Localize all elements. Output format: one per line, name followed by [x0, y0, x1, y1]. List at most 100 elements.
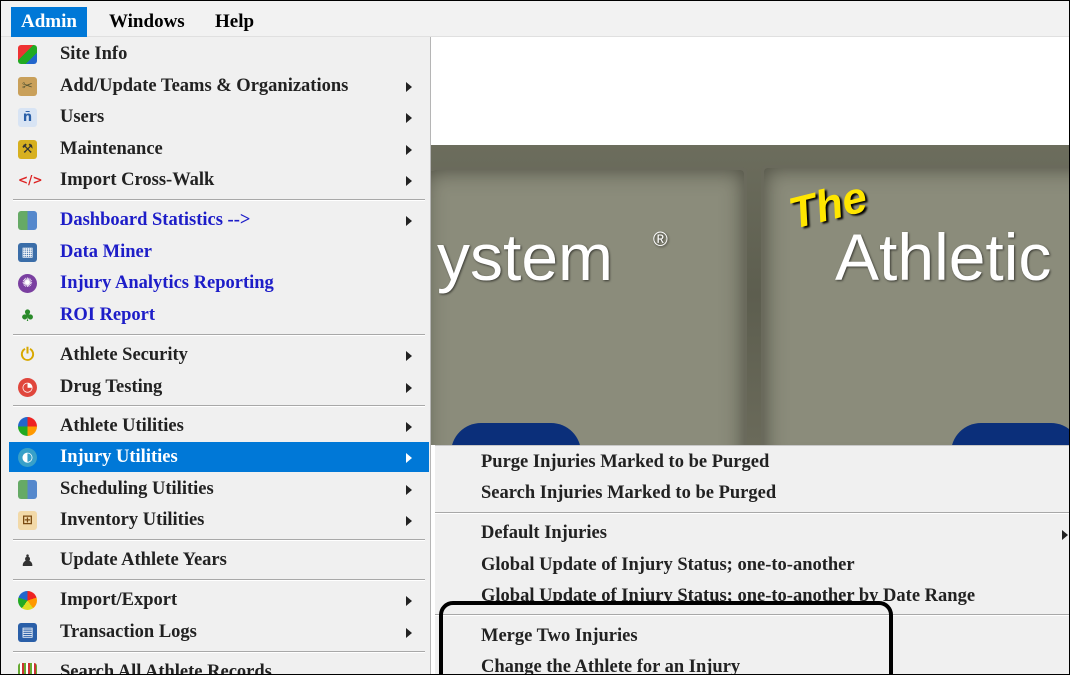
injury-utilities-icon: ◐ — [18, 448, 37, 467]
menu-item-label: Athlete Utilities — [60, 416, 184, 436]
menu-item-label: Import Cross-Walk — [60, 170, 215, 190]
menu-item-teams-organizations[interactable]: ✂ Add/Update Teams & Organizations — [9, 71, 429, 101]
submenu-arrow-icon — [406, 628, 412, 638]
menu-item-label: Injury Utilities — [60, 447, 178, 467]
banner-tile-left — [431, 167, 747, 445]
app-banner: ystem ® The Athletic — [431, 145, 1069, 445]
content-top-area — [431, 37, 1069, 145]
menu-item-label: Import/Export — [60, 590, 178, 610]
menu-item-label: Inventory Utilities — [60, 510, 205, 530]
menu-separator — [13, 539, 425, 541]
banner-blue-shape-right — [951, 423, 1069, 445]
barcode-icon — [18, 663, 37, 674]
menu-item-label: Athlete Security — [60, 345, 188, 365]
analytics-icon: ✺ — [18, 274, 37, 293]
submenu-item-default-injuries[interactable]: Default Injuries — [435, 519, 1069, 549]
roi-icon: ♣ — [20, 306, 35, 325]
menu-item-athlete-security[interactable]: ⏻ Athlete Security — [9, 340, 429, 370]
submenu-arrow-icon — [406, 216, 412, 226]
athlete-utilities-icon — [18, 417, 37, 436]
admin-dropdown-menu: Site Info ✂ Add/Update Teams & Organizat… — [1, 37, 431, 675]
menu-help[interactable]: Help — [205, 7, 264, 37]
code-icon: </> — [18, 173, 43, 187]
menu-item-roi-report[interactable]: ♣ ROI Report — [9, 300, 429, 330]
users-icon: ñ — [18, 108, 37, 127]
submenu-item-label: Default Injuries — [481, 523, 607, 543]
submenu-item-label: Purge Injuries Marked to be Purged — [481, 452, 770, 472]
submenu-separator — [435, 512, 1069, 514]
menu-item-injury-utilities[interactable]: ◐ Injury Utilities — [9, 442, 429, 472]
menu-admin[interactable]: Admin — [11, 7, 87, 37]
scheduling-icon — [18, 480, 37, 499]
drug-testing-icon: ◔ — [18, 378, 37, 397]
menu-separator — [13, 405, 425, 407]
menu-separator — [13, 334, 425, 336]
banner-registered-mark: ® — [653, 229, 668, 251]
menu-item-label: Scheduling Utilities — [60, 479, 214, 499]
menu-item-search-athlete-records[interactable]: Search All Athlete Records — [9, 657, 429, 675]
dashboard-icon — [18, 211, 37, 230]
menu-item-site-info[interactable]: Site Info — [9, 39, 429, 69]
submenu-arrow-icon — [1062, 530, 1068, 540]
menu-windows[interactable]: Windows — [99, 7, 195, 37]
menu-item-label: Transaction Logs — [60, 622, 197, 642]
submenu-arrow-icon — [406, 422, 412, 432]
submenu-arrow-icon — [406, 453, 412, 463]
menu-item-label: Maintenance — [60, 139, 163, 159]
submenu-item-purge-injuries[interactable]: Purge Injuries Marked to be Purged — [435, 448, 1069, 478]
menu-item-import-cross-walk[interactable]: </> Import Cross-Walk — [9, 165, 429, 195]
submenu-item-search-purged-injuries[interactable]: Search Injuries Marked to be Purged — [435, 479, 1069, 509]
banner-system-text: ystem — [437, 220, 614, 294]
highlight-callout-box — [439, 601, 893, 674]
submenu-arrow-icon — [406, 516, 412, 526]
menu-item-dashboard-statistics[interactable]: Dashboard Statistics --> — [9, 205, 429, 235]
banner-blue-shape-left — [451, 423, 581, 445]
menu-item-drug-testing[interactable]: ◔ Drug Testing — [9, 372, 429, 402]
menu-item-inventory-utilities[interactable]: ⊞ Inventory Utilities — [9, 505, 429, 535]
teams-icon: ✂ — [18, 77, 37, 96]
menu-item-maintenance[interactable]: ⚒ Maintenance — [9, 134, 429, 164]
submenu-arrow-icon — [406, 351, 412, 361]
submenu-arrow-icon — [406, 176, 412, 186]
menu-item-label: Search All Athlete Records — [60, 662, 272, 675]
data-miner-icon: ▦ — [18, 243, 37, 262]
submenu-item-global-update-status[interactable]: Global Update of Injury Status; one-to-a… — [435, 551, 1069, 581]
maintenance-icon: ⚒ — [18, 140, 37, 159]
graduate-icon: ♟ — [20, 551, 35, 570]
submenu-arrow-icon — [406, 596, 412, 606]
menu-item-data-miner[interactable]: ▦ Data Miner — [9, 237, 429, 267]
banner-athletic-text: Athletic — [835, 220, 1052, 294]
menu-bar: Admin Windows Help — [1, 1, 1069, 37]
menu-separator — [13, 199, 425, 201]
menu-item-label: Add/Update Teams & Organizations — [60, 76, 349, 96]
menu-item-scheduling-utilities[interactable]: Scheduling Utilities — [9, 474, 429, 504]
menu-item-label: ROI Report — [60, 305, 156, 325]
menu-item-label: Users — [60, 107, 105, 127]
menu-item-label: Injury Analytics Reporting — [60, 273, 274, 293]
menu-item-label: Data Miner — [60, 242, 152, 262]
menu-item-import-export[interactable]: Import/Export — [9, 585, 429, 615]
transaction-log-icon: ▤ — [18, 623, 37, 642]
menu-item-label: Site Info — [60, 44, 128, 64]
import-export-icon — [18, 591, 37, 610]
menu-item-athlete-utilities[interactable]: Athlete Utilities — [9, 411, 429, 441]
menu-item-label: Drug Testing — [60, 377, 163, 397]
menu-separator — [13, 651, 425, 653]
menu-separator — [13, 579, 425, 581]
submenu-arrow-icon — [406, 82, 412, 92]
app-window: Admin Windows Help ystem ® The Athletic … — [0, 0, 1070, 675]
submenu-arrow-icon — [406, 145, 412, 155]
submenu-arrow-icon — [406, 485, 412, 495]
site-info-icon — [18, 45, 37, 64]
menu-item-label: Update Athlete Years — [60, 550, 227, 570]
menu-item-injury-analytics[interactable]: ✺ Injury Analytics Reporting — [9, 268, 429, 298]
submenu-arrow-icon — [406, 383, 412, 393]
menu-item-update-athlete-years[interactable]: ♟ Update Athlete Years — [9, 545, 429, 575]
submenu-item-label: Global Update of Injury Status; one-to-a… — [481, 555, 855, 575]
inventory-icon: ⊞ — [18, 511, 37, 530]
submenu-item-label: Search Injuries Marked to be Purged — [481, 483, 777, 503]
menu-item-users[interactable]: ñ Users — [9, 102, 429, 132]
security-icon: ⏻ — [20, 345, 35, 365]
menu-item-label: Dashboard Statistics --> — [60, 210, 251, 230]
menu-item-transaction-logs[interactable]: ▤ Transaction Logs — [9, 617, 429, 647]
